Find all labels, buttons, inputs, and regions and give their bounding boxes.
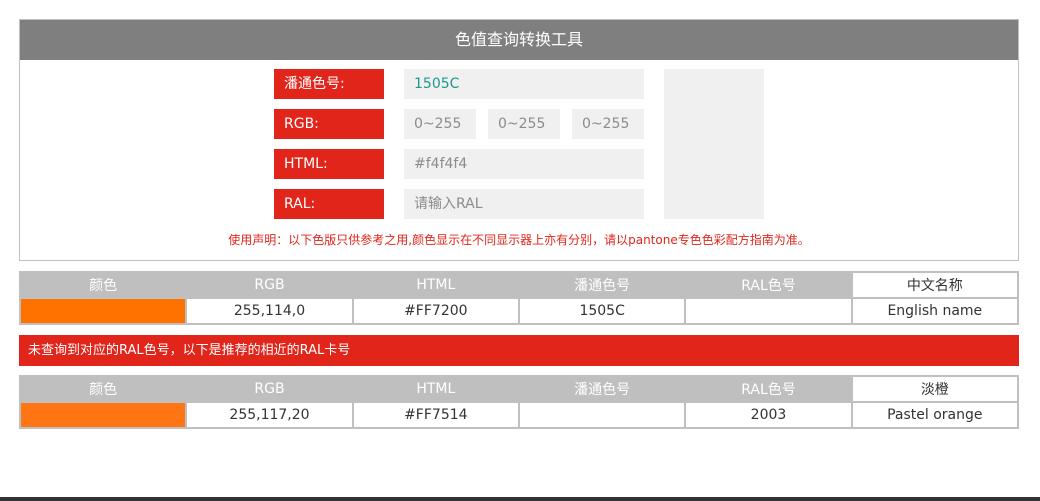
ral-input[interactable] xyxy=(404,189,644,219)
header-rgb: RGB xyxy=(185,271,354,299)
no-ral-alert: 未查询到对应的RAL色号，以下是推荐的相近的RAL卡号 xyxy=(19,335,1019,366)
header-color: 颜色 xyxy=(18,271,188,299)
header-ral: RAL色号 xyxy=(684,271,853,299)
pantone-input[interactable] xyxy=(404,69,644,99)
table-row: 255,117,20 #FF7514 2003 Pastel orange xyxy=(18,401,1020,429)
color-converter-panel: 色值查询转换工具 潘通色号: RGB: HTML: RAL: 使用声明：以下色版… xyxy=(19,19,1019,261)
name-cell: English name xyxy=(850,297,1020,325)
header-chinese-name: 中文名称 xyxy=(850,271,1020,299)
header-pantone: 潘通色号 xyxy=(517,375,687,403)
recommend-table: 颜色 RGB HTML 潘通色号 RAL色号 淡橙 255,117,20 #FF… xyxy=(18,375,1020,429)
header-rgb: RGB xyxy=(185,375,354,403)
header-html: HTML xyxy=(351,375,520,403)
header-ral: RAL色号 xyxy=(684,375,853,403)
rgb-b-input[interactable] xyxy=(572,109,644,139)
ral-label: RAL: xyxy=(274,189,384,219)
html-label: HTML: xyxy=(274,149,384,179)
usage-notice: 使用声明：以下色版只供参考之用,颜色显示在不同显示器上亦有分别，请以panton… xyxy=(228,233,810,247)
color-swatch-cell xyxy=(18,297,188,325)
html-cell: #FF7514 xyxy=(351,401,520,429)
table-header-row: 颜色 RGB HTML 潘通色号 RAL色号 中文名称 xyxy=(18,271,1020,299)
html-input[interactable] xyxy=(404,149,644,179)
header-chinese-name: 淡橙 xyxy=(850,375,1020,403)
color-swatch-cell xyxy=(18,401,188,429)
rgb-r-input[interactable] xyxy=(404,109,476,139)
color-preview-swatch xyxy=(664,69,764,219)
header-color: 颜色 xyxy=(18,375,188,403)
pantone-cell: 1505C xyxy=(517,297,687,325)
page: 色值查询转换工具 潘通色号: RGB: HTML: RAL: 使用声明：以下色版… xyxy=(0,0,1040,501)
tool-title: 色值查询转换工具 xyxy=(20,20,1018,60)
rgb-g-input[interactable] xyxy=(488,109,560,139)
pantone-cell xyxy=(517,401,687,429)
rgb-cell: 255,114,0 xyxy=(185,297,354,325)
pantone-label: 潘通色号: xyxy=(274,69,384,99)
rgb-cell: 255,117,20 xyxy=(185,401,354,429)
ral-cell xyxy=(684,297,853,325)
result-table: 颜色 RGB HTML 潘通色号 RAL色号 中文名称 255,114,0 #F… xyxy=(18,271,1020,325)
table-row: 255,114,0 #FF7200 1505C English name xyxy=(18,297,1020,325)
rgb-label: RGB: xyxy=(274,109,384,139)
table-header-row: 颜色 RGB HTML 潘通色号 RAL色号 淡橙 xyxy=(18,375,1020,403)
header-html: HTML xyxy=(351,271,520,299)
name-cell: Pastel orange xyxy=(850,401,1020,429)
ral-cell: 2003 xyxy=(684,401,853,429)
bottom-divider xyxy=(0,497,1040,501)
header-pantone: 潘通色号 xyxy=(517,271,687,299)
html-cell: #FF7200 xyxy=(351,297,520,325)
